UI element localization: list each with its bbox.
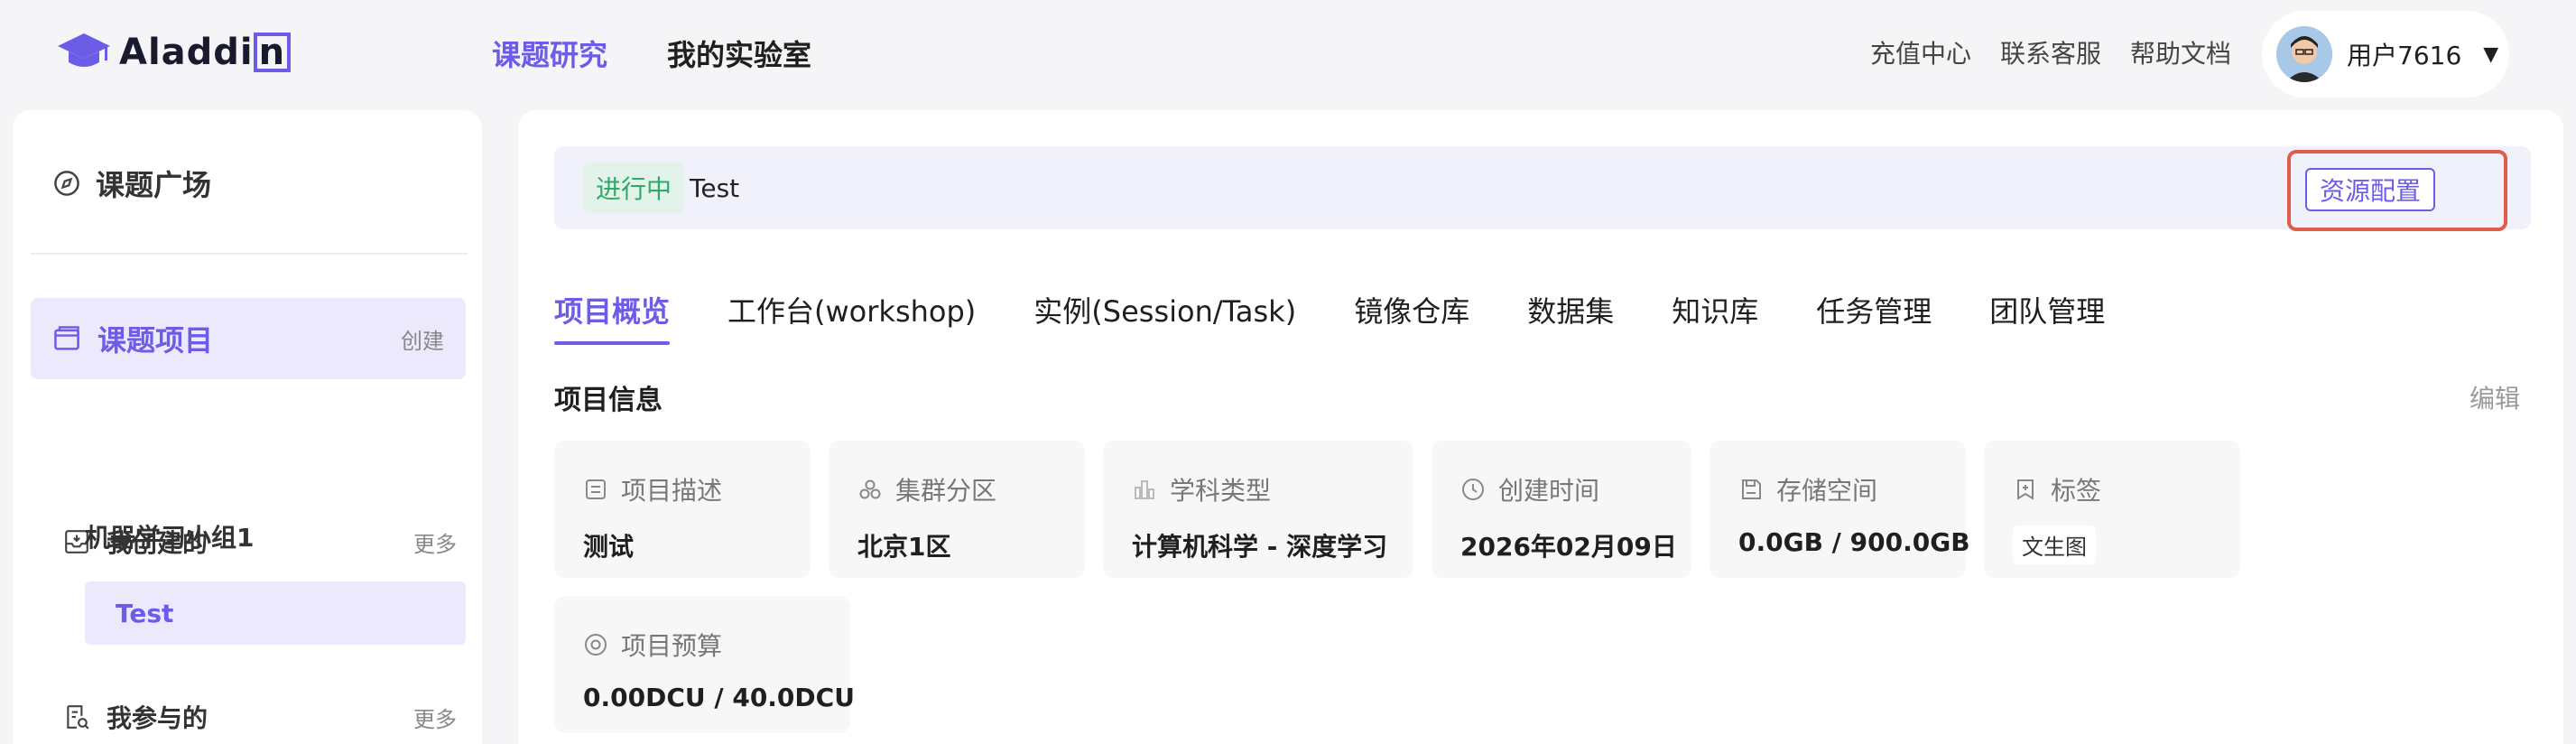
folder-stack-icon bbox=[54, 326, 79, 350]
card-label: 集群分区 bbox=[895, 476, 997, 506]
card-value: 计算机科学 - 深度学习 bbox=[1132, 532, 1388, 562]
sidebar-group-joined[interactable]: 我参与的 更多 bbox=[63, 699, 457, 735]
tab-knowledge[interactable]: 知识库 bbox=[1672, 289, 1758, 345]
card-label: 项目预算 bbox=[621, 631, 723, 661]
tab-team[interactable]: 团队管理 bbox=[1989, 289, 2105, 345]
document-search-icon bbox=[67, 705, 89, 730]
card-label: 创建时间 bbox=[1498, 476, 1600, 506]
tag-icon bbox=[2017, 479, 2034, 500]
tab-images[interactable]: 镜像仓库 bbox=[1354, 289, 1469, 345]
tab-tasks[interactable]: 任务管理 bbox=[1816, 289, 1932, 345]
sidebar-group-label: 我参与的 bbox=[107, 703, 208, 733]
info-card-cluster: 集群分区 北京1区 bbox=[829, 441, 1085, 578]
top-links: 充值中心 联系客服 帮助文档 bbox=[1870, 34, 2231, 70]
sidebar-item-projects[interactable]: 课题项目 创建 bbox=[31, 298, 466, 379]
list-item[interactable]: 机器学习小组1 bbox=[85, 518, 254, 554]
project-status-bar: 进行中 Test 资源配置 bbox=[554, 146, 2531, 231]
tab-bar: 项目概览 工作台(workshop) 实例(Session/Task) 镜像仓库… bbox=[554, 289, 2105, 345]
sidebar-item-plaza[interactable]: 课题广场 bbox=[52, 163, 211, 204]
sidebar: 课题广场 课题项目 创建 我创建的 更多 机器学习小组1 Test 我参与的 更… bbox=[13, 110, 482, 744]
card-value: 2026年02月09日 bbox=[1460, 532, 1677, 562]
info-card-budget: 项目预算 0.00DCU / 40.0DCU bbox=[554, 596, 855, 733]
sidebar-item-label: 课题项目 bbox=[97, 323, 214, 358]
card-label: 存储空间 bbox=[1776, 476, 1878, 506]
edit-button[interactable]: 编辑 bbox=[2469, 379, 2520, 415]
storage-icon bbox=[1742, 479, 1761, 499]
info-card-subject: 学科类型 计算机科学 - 深度学习 bbox=[1103, 441, 1413, 578]
logo[interactable]: Aladdi n bbox=[56, 27, 292, 78]
more-link[interactable]: 更多 bbox=[413, 702, 457, 733]
project-name: Test bbox=[690, 173, 740, 203]
cluster-icon bbox=[859, 479, 881, 499]
sidebar-item-label: 课题广场 bbox=[96, 168, 212, 202]
user-name: 用户7616 bbox=[2347, 41, 2462, 70]
info-card-description: 项目描述 测试 bbox=[554, 441, 811, 578]
card-value: 0.00DCU / 40.0DCU bbox=[583, 683, 855, 712]
caret-down-icon: ▼ bbox=[2483, 42, 2499, 66]
tab-datasets[interactable]: 数据集 bbox=[1527, 289, 1614, 345]
list-item-active[interactable]: Test bbox=[85, 581, 466, 645]
budget-icon bbox=[585, 634, 607, 656]
section-title: 项目信息 bbox=[554, 385, 663, 416]
divider bbox=[31, 253, 468, 255]
avatar bbox=[2276, 26, 2332, 82]
tab-overview[interactable]: 项目概览 bbox=[554, 289, 671, 345]
card-value: 0.0GB / 900.0GB bbox=[1738, 527, 1970, 557]
nav-topic-research[interactable]: 课题研究 bbox=[492, 33, 607, 74]
tag-chip: 文生图 bbox=[2013, 525, 2096, 564]
info-card-created-time: 创建时间 2026年02月09日 bbox=[1432, 441, 1691, 578]
top-header: Aladdi n 课题研究 我的实验室 充值中心 联系客服 帮助文档 用户7616… bbox=[0, 0, 2576, 110]
logo-text: Aladdi n bbox=[119, 32, 292, 73]
info-card-storage: 存储空间 0.0GB / 900.0GB bbox=[1710, 441, 1970, 578]
card-label: 学科类型 bbox=[1170, 476, 1272, 506]
graduation-cap-icon bbox=[58, 33, 110, 67]
card-label: 项目描述 bbox=[621, 476, 723, 506]
recharge-link[interactable]: 充值中心 bbox=[1870, 34, 1971, 70]
nav-my-lab[interactable]: 我的实验室 bbox=[667, 33, 811, 74]
tab-workshop[interactable]: 工作台(workshop) bbox=[727, 289, 976, 345]
clock-icon bbox=[1462, 479, 1484, 500]
description-icon bbox=[586, 479, 606, 499]
help-docs-link[interactable]: 帮助文档 bbox=[2130, 34, 2231, 70]
create-button[interactable]: 创建 bbox=[401, 323, 444, 355]
card-value: 测试 bbox=[583, 532, 635, 562]
resource-config-button[interactable]: 资源配置 bbox=[2305, 168, 2435, 211]
status-badge: 进行中 bbox=[583, 163, 685, 213]
user-menu[interactable]: 用户7616 ▼ bbox=[2262, 11, 2509, 98]
card-value: 北京1区 bbox=[857, 532, 951, 562]
subject-icon bbox=[1135, 480, 1154, 499]
support-link[interactable]: 联系客服 bbox=[2000, 34, 2101, 70]
more-link[interactable]: 更多 bbox=[413, 526, 457, 558]
main-panel: 进行中 Test 资源配置 项目概览 工作台(workshop) 实例(Sess… bbox=[518, 110, 2563, 744]
info-card-tags: 标签 文生图 bbox=[1984, 441, 2240, 578]
card-label: 标签 bbox=[2051, 476, 2102, 506]
compass-icon bbox=[54, 171, 79, 196]
top-nav: 课题研究 我的实验室 bbox=[492, 33, 811, 74]
tab-instances[interactable]: 实例(Session/Task) bbox=[1033, 289, 1296, 345]
